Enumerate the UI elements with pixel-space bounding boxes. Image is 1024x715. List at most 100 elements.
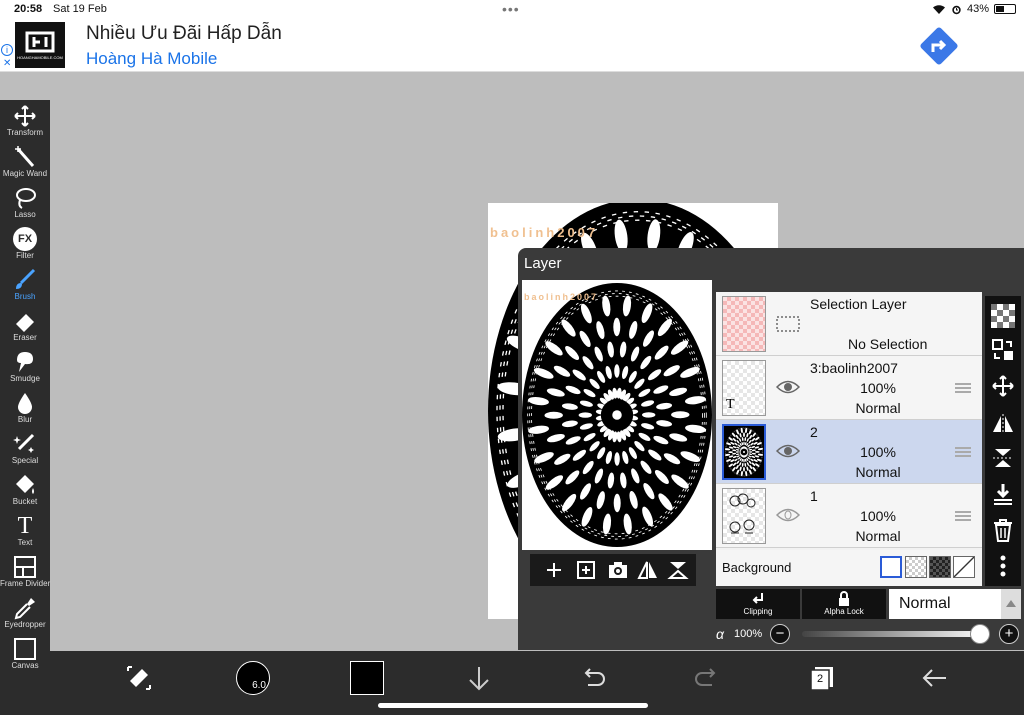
back-arrow-icon[interactable] [918, 661, 952, 695]
ad-logo: HOANGHAMOBILE.COM [15, 22, 65, 68]
tool-label: Magic Wand [2, 169, 48, 178]
tool-special[interactable]: Special [0, 430, 50, 471]
layer-row-selection[interactable]: Selection Layer No Selection [716, 292, 982, 356]
ad-logo-mark-icon [25, 31, 55, 52]
preview-toolbar [530, 554, 696, 586]
layer-blend: Normal [855, 464, 901, 480]
layers-button[interactable]: 2 [804, 661, 838, 695]
ad-directions-icon[interactable] [919, 26, 959, 66]
blend-mode-select[interactable]: Normal [889, 589, 1001, 619]
battery-icon [994, 4, 1016, 14]
tool-sidebar: Transform Magic Wand Lasso FX Filter Bru… [0, 100, 50, 715]
checker-icon[interactable] [991, 304, 1015, 328]
layer-row-sketch[interactable]: 1 100% Normal [716, 484, 982, 548]
ad-close-icon[interactable]: ✕ [3, 58, 11, 69]
opacity-slider[interactable] [802, 631, 988, 637]
layer-row-text[interactable]: T 3:baolinh2007 100% Normal [716, 356, 982, 420]
copy-layer-icon[interactable] [574, 558, 598, 582]
eye-icon[interactable] [776, 378, 800, 396]
ad-info-icon[interactable]: i [1, 44, 13, 56]
camera-icon[interactable] [606, 558, 630, 582]
status-time: 20:58 [14, 3, 43, 15]
flip-vertical-icon[interactable] [991, 446, 1015, 470]
layer-thumbnail: T [722, 360, 766, 416]
opacity-value: 100% [734, 628, 763, 640]
clipping-label: Clipping [743, 607, 773, 616]
ad-banner[interactable]: i ✕ HOANGHAMOBILE.COM Nhiều Ưu Đãi Hấp D… [0, 20, 1024, 72]
rotate-layer-icon[interactable] [666, 558, 690, 582]
layer-opacity: 100% [860, 380, 896, 396]
add-layer-icon[interactable] [542, 558, 566, 582]
layer-thumbnail [722, 424, 766, 480]
opacity-decrease-button[interactable]: − [770, 624, 790, 644]
download-arrow-icon[interactable] [462, 661, 496, 695]
tool-frame-divider[interactable]: Frame Divider [0, 553, 50, 594]
tool-label: Frame Divider [0, 579, 51, 588]
tool-brush[interactable]: Brush [0, 266, 50, 307]
tool-label: Canvas [11, 661, 39, 670]
drag-handle-icon[interactable] [955, 383, 971, 393]
status-bar: 20:58 Sat 19 Feb ••• 43% [0, 0, 1024, 20]
preview-artwork [522, 283, 712, 547]
more-options-icon[interactable] [991, 554, 1015, 578]
layer-side-tools [985, 296, 1021, 586]
mandala-rings [724, 426, 764, 478]
drag-handle-icon[interactable] [955, 447, 971, 457]
layer-row-mandala[interactable]: 2 100% Normal [716, 420, 982, 484]
status-right: 43% [932, 3, 1016, 15]
undo-icon[interactable] [576, 661, 610, 695]
tool-canvas[interactable]: Canvas [0, 635, 50, 676]
merge-down-icon[interactable] [991, 482, 1015, 506]
ad-advertiser[interactable]: Hoàng Hà Mobile [86, 49, 217, 69]
move-layer-icon[interactable] [991, 374, 1015, 398]
swap-layers-icon[interactable] [991, 338, 1015, 362]
tool-label: Transform [6, 128, 44, 137]
tool-lasso[interactable]: Lasso [0, 184, 50, 225]
trash-icon[interactable] [991, 518, 1015, 542]
tool-smudge[interactable]: Smudge [0, 348, 50, 389]
layer-thumbnail [722, 488, 766, 544]
special-icon [13, 433, 35, 453]
ad-title[interactable]: Nhiều Ưu Đãi Hấp Dẫn [86, 23, 282, 45]
bg-white-swatch[interactable] [880, 556, 902, 578]
quick-tool-icon[interactable] [122, 661, 156, 695]
tool-transform[interactable]: Transform [0, 102, 50, 143]
preview-watermark: baolinh2007 [524, 292, 599, 302]
brush-size-button[interactable]: 6.0 [236, 661, 270, 695]
tool-bucket[interactable]: Bucket [0, 471, 50, 512]
redo-icon[interactable] [690, 661, 724, 695]
flip-layer-icon[interactable] [636, 558, 660, 582]
tool-magic-wand[interactable]: Magic Wand [0, 143, 50, 184]
blend-mode-arrow-icon[interactable] [1001, 589, 1021, 619]
tool-blur[interactable]: Blur [0, 389, 50, 430]
alpha-lock-button[interactable]: Alpha Lock [802, 589, 886, 619]
clipping-button[interactable]: Clipping [716, 589, 800, 619]
background-row: Background [716, 550, 982, 586]
color-swatch[interactable] [350, 661, 384, 695]
smudge-icon [17, 352, 33, 372]
opacity-row: α 100% − + [716, 622, 1024, 648]
home-indicator[interactable] [378, 703, 648, 708]
layer-opacity: 100% [860, 508, 896, 524]
layer-list: Selection Layer No Selection T 3:baolinh… [716, 292, 982, 586]
tool-label: Eraser [13, 333, 37, 342]
drag-handle-icon[interactable] [955, 511, 971, 521]
tool-label: Text [17, 538, 33, 547]
eye-icon[interactable] [776, 506, 800, 524]
multitask-dots-icon[interactable]: ••• [502, 1, 520, 17]
opacity-increase-button[interactable]: + [999, 624, 1019, 644]
eye-icon[interactable] [776, 442, 800, 460]
bg-dark-swatch[interactable] [929, 556, 951, 578]
alpha-lock-icon [839, 591, 849, 606]
tool-text[interactable]: T Text [0, 512, 50, 553]
layer-count: 2 [816, 673, 824, 685]
bg-transparent-swatch[interactable] [905, 556, 927, 578]
tool-eraser[interactable]: Eraser [0, 307, 50, 348]
opacity-slider-knob[interactable] [970, 624, 990, 644]
wifi-icon [932, 4, 945, 14]
layer-name: 3:baolinh2007 [810, 360, 898, 376]
flip-horizontal-icon[interactable] [991, 412, 1015, 436]
tool-eyedropper[interactable]: Eyedropper [0, 594, 50, 635]
tool-filter[interactable]: FX Filter [0, 225, 50, 266]
bg-none-swatch[interactable] [953, 556, 975, 578]
